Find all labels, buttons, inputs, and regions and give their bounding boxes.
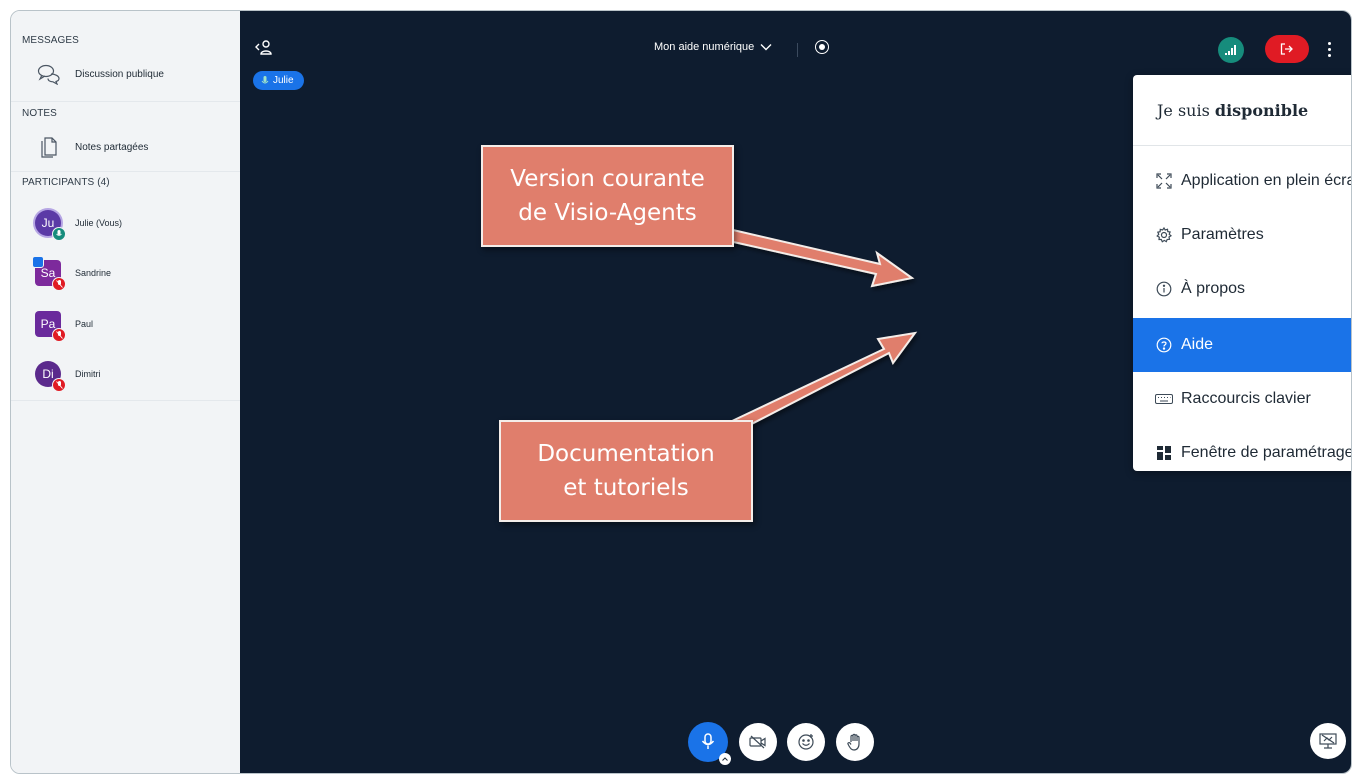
- mic-off-icon: [52, 378, 66, 392]
- speaker-name: Julie: [273, 75, 294, 86]
- divider: [797, 43, 798, 57]
- signal-bars-icon: [1225, 45, 1236, 55]
- options-menu: Je suis disponible Application en plein …: [1133, 75, 1352, 471]
- exit-icon: [1280, 43, 1293, 55]
- fullscreen-icon: [1155, 172, 1173, 190]
- participant-name: Paul: [75, 319, 94, 329]
- participant-item[interactable]: Sa Sandrine: [32, 256, 112, 291]
- meeting-title: Mon aide numérique: [654, 41, 755, 53]
- menu-item-label: À propos: [1181, 280, 1246, 297]
- shared-notes-item[interactable]: Notes partagées: [11, 134, 240, 160]
- menu-item-label: Aide: [1181, 336, 1214, 353]
- mic-off-icon: [52, 328, 66, 342]
- microphone-icon: [701, 733, 715, 749]
- participants-heading: PARTICIPANTS (4): [22, 177, 110, 188]
- reactions-button[interactable]: [787, 723, 825, 761]
- app-window: MESSAGES Discussion publique NOTES Notes…: [10, 10, 1352, 774]
- chat-badge-icon: [32, 256, 44, 268]
- chat-bubbles-icon: [37, 62, 61, 86]
- callout-line: et tutoriels: [563, 475, 689, 501]
- leave-meeting-button[interactable]: [1265, 35, 1309, 63]
- meeting-title-dropdown[interactable]: Mon aide numérique: [654, 41, 772, 53]
- menu-item-label: Fenêtre de paramétrage de la mise en pag…: [1181, 444, 1352, 461]
- availability-row: Je suis disponible: [1133, 75, 1351, 146]
- divider: [11, 101, 240, 102]
- layout-icon: [1155, 444, 1173, 462]
- participant-name: Sandrine: [75, 268, 112, 278]
- avatar: Ju: [35, 210, 66, 241]
- smiley-icon: [798, 734, 814, 750]
- divider: [11, 400, 240, 401]
- avatar: Di: [35, 361, 66, 392]
- sidebar: MESSAGES Discussion publique NOTES Notes…: [11, 11, 241, 773]
- more-options-button[interactable]: [1322, 37, 1336, 61]
- callout-docs: Documentation et tutoriels: [499, 420, 753, 522]
- availability-label: Je suis disponible: [1157, 101, 1308, 120]
- menu-item-about[interactable]: À propos: [1133, 262, 1351, 316]
- shared-notes-label: Notes partagées: [75, 141, 149, 153]
- document-icon: [37, 135, 61, 159]
- connection-quality-button[interactable]: [1218, 37, 1244, 63]
- video-stage: Julie Mon aide numérique Je suis disponi…: [240, 11, 1351, 773]
- menu-item-layout[interactable]: Fenêtre de paramétrage de la mise en pag…: [1133, 426, 1352, 471]
- participant-item[interactable]: Ju Julie (Vous): [35, 210, 123, 241]
- divider: [11, 171, 240, 172]
- menu-item-shortcuts[interactable]: Raccourcis clavier: [1133, 372, 1351, 426]
- microphone-icon: [261, 75, 269, 83]
- participant-name: Dimitri: [75, 369, 101, 379]
- avatar-initials: Sa: [40, 266, 56, 280]
- menu-item-fullscreen[interactable]: Application en plein écran: [1133, 154, 1352, 208]
- avatar-initials: Di: [42, 367, 54, 381]
- microphone-button[interactable]: [688, 722, 731, 765]
- callout-line: de Visio-Agents: [518, 200, 697, 226]
- avatar-initials: Pa: [40, 317, 56, 331]
- callout-version: Version courante de Visio-Agents: [481, 145, 734, 247]
- avatar-initials: Ju: [41, 216, 55, 230]
- public-chat-label: Discussion publique: [75, 68, 164, 80]
- record-icon[interactable]: [815, 40, 829, 54]
- keyboard-icon: [1155, 390, 1173, 408]
- menu-item-label: Raccourcis clavier: [1181, 390, 1311, 407]
- info-icon: [1155, 280, 1173, 298]
- availability-prefix: Je suis: [1157, 101, 1210, 120]
- raise-hand-button[interactable]: [836, 723, 874, 761]
- collapse-sidebar-button[interactable]: [254, 39, 274, 62]
- active-speaker-chip: Julie: [253, 71, 304, 90]
- hand-icon: [847, 733, 860, 751]
- notes-heading: NOTES: [22, 108, 57, 119]
- participant-item[interactable]: Pa Paul: [35, 311, 94, 342]
- camera-off-icon: [749, 735, 766, 749]
- menu-item-help[interactable]: Aide: [1133, 318, 1351, 372]
- chevron-up-icon[interactable]: [719, 753, 731, 765]
- availability-state: disponible: [1214, 101, 1309, 120]
- participant-item[interactable]: Di Dimitri: [35, 361, 101, 392]
- avatar: Sa: [32, 256, 66, 291]
- presentation-off-icon: [1319, 733, 1337, 749]
- callout-line: Documentation: [537, 441, 715, 467]
- help-icon: [1155, 336, 1173, 354]
- menu-item-label: Paramètres: [1181, 226, 1264, 243]
- public-chat-item[interactable]: Discussion publique: [11, 61, 240, 87]
- mic-off-icon: [52, 277, 66, 291]
- participant-name: Julie (Vous): [75, 218, 123, 228]
- menu-item-settings[interactable]: Paramètres: [1133, 208, 1351, 262]
- gear-icon: [1155, 226, 1173, 244]
- camera-button[interactable]: [739, 723, 777, 761]
- chevron-down-icon: [760, 44, 772, 51]
- messages-heading: MESSAGES: [22, 35, 79, 46]
- presentation-button[interactable]: [1310, 723, 1346, 759]
- mic-on-icon: [52, 227, 66, 241]
- avatar: Pa: [35, 311, 66, 342]
- callout-line: Version courante: [510, 166, 705, 192]
- menu-item-label: Application en plein écran: [1181, 172, 1352, 189]
